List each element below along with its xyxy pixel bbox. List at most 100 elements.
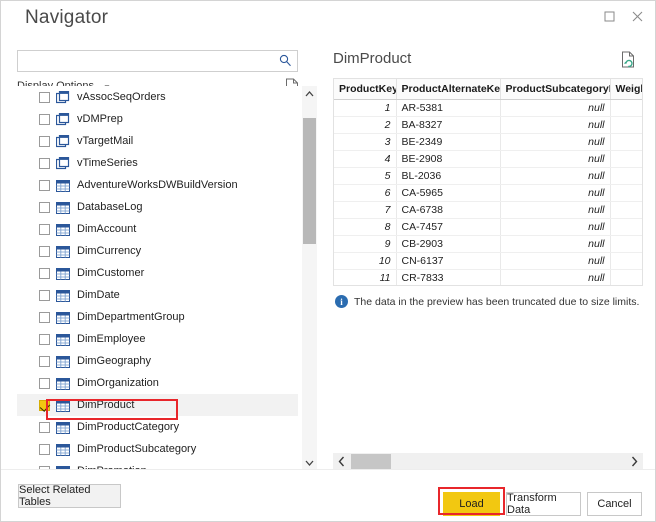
checkbox-adventureworksdwbuildversion[interactable]: [39, 180, 50, 191]
tree-item-dimdate[interactable]: DimDate: [17, 284, 298, 306]
tree-item-label: vAssocSeqOrders: [77, 91, 166, 103]
scroll-right-arrow-icon[interactable]: [626, 453, 643, 470]
table-row[interactable]: 2BA-8327null: [334, 116, 643, 133]
table-cell: 11: [334, 269, 396, 286]
cancel-button[interactable]: Cancel: [587, 492, 642, 516]
truncation-message: The data in the preview has been truncat…: [354, 296, 639, 308]
table-cell: 6: [334, 184, 396, 201]
hscrollbar-thumb[interactable]: [351, 454, 391, 469]
tree-item-dimproductsubcategory[interactable]: DimProductSubcategory: [17, 438, 298, 460]
table-icon: [56, 224, 70, 236]
tree-item-label: DimGeography: [77, 355, 151, 367]
table-row[interactable]: 9CB-2903null: [334, 235, 643, 252]
tree-item-dimcustomer[interactable]: DimCustomer: [17, 262, 298, 284]
checkbox-dimaccount[interactable]: [39, 224, 50, 235]
close-button[interactable]: [623, 3, 651, 29]
table-cell: null: [500, 150, 610, 167]
tree-item-dimdepartmentgroup[interactable]: DimDepartmentGroup: [17, 306, 298, 328]
checkbox-dimcustomer[interactable]: [39, 268, 50, 279]
table-row[interactable]: 6CA-5965null: [334, 184, 643, 201]
checkbox-dimproductsubcategory[interactable]: [39, 444, 50, 455]
checkbox-dimdepartmentgroup[interactable]: [39, 312, 50, 323]
tree-item-dimgeography[interactable]: DimGeography: [17, 350, 298, 372]
table-cell: CA-6738: [396, 201, 500, 218]
tree-item-label: DimAccount: [77, 223, 136, 235]
checkbox-vdmprep[interactable]: [39, 114, 50, 125]
table-row[interactable]: 1AR-5381null: [334, 99, 643, 116]
tree-item-dimproduct[interactable]: DimProduct: [17, 394, 298, 416]
checkbox-dimorganization[interactable]: [39, 378, 50, 389]
checkbox-vtargetmail[interactable]: [39, 136, 50, 147]
tree-vertical-scrollbar[interactable]: [302, 86, 317, 470]
tree-item-vtargetmail[interactable]: vTargetMail: [17, 130, 298, 152]
table-cell: 10: [334, 252, 396, 269]
checkbox-vassocseqorders[interactable]: [39, 92, 50, 103]
table-row[interactable]: 11CR-7833null: [334, 269, 643, 286]
checkbox-dimgeography[interactable]: [39, 356, 50, 367]
table-icon: [56, 268, 70, 280]
tree-item-dimcurrency[interactable]: DimCurrency: [17, 240, 298, 262]
tree-item-label: DatabaseLog: [77, 201, 142, 213]
checkbox-dimdate[interactable]: [39, 290, 50, 301]
table-icon: [56, 245, 70, 258]
scroll-up-arrow-icon[interactable]: [302, 86, 317, 101]
table-icon: [56, 202, 70, 214]
select-related-tables-button[interactable]: Select Related Tables: [18, 484, 121, 508]
table-row[interactable]: 5BL-2036null: [334, 167, 643, 184]
table-cell: BL-2036: [396, 167, 500, 184]
table-row[interactable]: 7CA-6738null: [334, 201, 643, 218]
preview-grid[interactable]: ProductKeyProductAlternateKeyProductSubc…: [333, 78, 643, 286]
table-icon: [56, 289, 70, 302]
table-cell: [610, 235, 643, 252]
preview-horizontal-scrollbar[interactable]: [333, 453, 643, 470]
tree-item-dimorganization[interactable]: DimOrganization: [17, 372, 298, 394]
tree-item-label: vDMPrep: [77, 113, 123, 125]
table-row[interactable]: 10CN-6137null: [334, 252, 643, 269]
tree-item-vdmprep[interactable]: vDMPrep: [17, 108, 298, 130]
column-header[interactable]: ProductSubcategoryKey: [500, 79, 610, 99]
table-cell: [610, 99, 643, 116]
column-header[interactable]: ProductAlternateKey: [396, 79, 500, 99]
table-cell: CA-5965: [396, 184, 500, 201]
checkbox-dimproductcategory[interactable]: [39, 422, 50, 433]
scrollbar-thumb[interactable]: [303, 118, 316, 244]
load-button[interactable]: Load: [443, 492, 500, 516]
tree-item-databaselog[interactable]: DatabaseLog: [17, 196, 298, 218]
table-icon: [56, 290, 70, 302]
tree-item-dimaccount[interactable]: DimAccount: [17, 218, 298, 240]
tree-item-vassocseqorders[interactable]: vAssocSeqOrders: [17, 86, 298, 108]
preview-table: ProductKeyProductAlternateKeyProductSubc…: [334, 79, 643, 286]
table-cell: null: [500, 184, 610, 201]
tree-item-dimproductcategory[interactable]: DimProductCategory: [17, 416, 298, 438]
table-row[interactable]: 8CA-7457null: [334, 218, 643, 235]
tree-item-dimemployee[interactable]: DimEmployee: [17, 328, 298, 350]
table-icon: [56, 421, 70, 434]
tree-list: vAssocSeqOrders vDMPrep vTargetMailvTimeSe…: [17, 86, 298, 470]
checkbox-dimemployee[interactable]: [39, 334, 50, 345]
table-cell: null: [500, 167, 610, 184]
transform-data-button[interactable]: Transform Data: [506, 492, 581, 516]
refresh-preview-icon[interactable]: [621, 51, 635, 73]
table-icon: [56, 201, 70, 214]
tree-item-adventureworksdwbuildversion[interactable]: AdventureWorksDWBuildVersion: [17, 174, 298, 196]
tree-item-label: DimCustomer: [77, 267, 144, 279]
checkbox-dimproduct[interactable]: [39, 400, 50, 411]
column-header[interactable]: ProductKey: [334, 79, 396, 99]
table-row[interactable]: 3BE-2349null: [334, 133, 643, 150]
table-row[interactable]: 4BE-2908null: [334, 150, 643, 167]
view-icon: [56, 135, 70, 148]
scroll-down-arrow-icon[interactable]: [302, 455, 317, 470]
checkbox-dimcurrency[interactable]: [39, 246, 50, 257]
scroll-left-arrow-icon[interactable]: [333, 453, 350, 470]
checkbox-databaselog[interactable]: [39, 202, 50, 213]
maximize-button[interactable]: [595, 3, 623, 29]
search-box[interactable]: [17, 50, 298, 72]
object-tree[interactable]: vAssocSeqOrders vDMPrep vTargetMailvTimeSe…: [17, 86, 298, 470]
table-cell: BA-8327: [396, 116, 500, 133]
checkbox-vtimeseries[interactable]: [39, 158, 50, 169]
table-icon: [56, 377, 70, 390]
column-header[interactable]: Weigh: [610, 79, 643, 99]
table-cell: 2: [334, 116, 396, 133]
search-input[interactable]: [18, 51, 297, 71]
tree-item-vtimeseries[interactable]: vTimeSeries: [17, 152, 298, 174]
